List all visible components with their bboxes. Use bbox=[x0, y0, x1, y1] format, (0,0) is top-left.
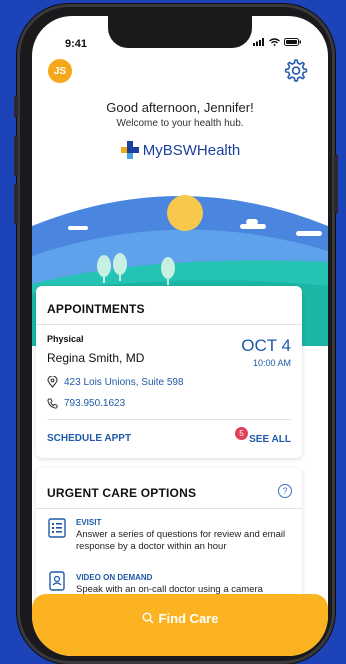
appointment-doctor: Regina Smith, MD bbox=[47, 351, 145, 365]
wifi-icon bbox=[269, 38, 280, 46]
location-pin-icon bbox=[47, 376, 58, 388]
video-phone-icon bbox=[49, 571, 65, 591]
option-video-title[interactable]: VIDEO ON DEMAND bbox=[76, 573, 152, 582]
appointments-card: APPOINTMENTS Physical Regina Smith, MD O… bbox=[36, 286, 302, 458]
cross-logo-icon bbox=[120, 141, 139, 159]
appointment-phone: 793.950.1623 bbox=[64, 398, 126, 409]
cloud-icon bbox=[68, 226, 88, 230]
find-care-inner: Find Care bbox=[142, 608, 219, 628]
appointment-address-row[interactable]: 423 Lois Unions, Suite 598 bbox=[47, 376, 184, 388]
status-icons bbox=[253, 38, 302, 46]
evisit-form-icon bbox=[48, 518, 66, 538]
phone-icon bbox=[47, 398, 58, 409]
see-all-button[interactable]: SEE ALL bbox=[249, 434, 291, 445]
phone-volume-up bbox=[14, 136, 18, 176]
find-care-button[interactable]: Find Care bbox=[32, 594, 328, 656]
schedule-appt-button[interactable]: SCHEDULE APPT bbox=[47, 433, 131, 444]
sun-icon bbox=[167, 195, 203, 231]
divider bbox=[36, 324, 302, 325]
greeting-heading: Good afternoon, Jennifer! bbox=[106, 100, 254, 115]
phone-notch bbox=[108, 16, 252, 48]
cloud-icon bbox=[296, 231, 322, 236]
phone-volume-down bbox=[14, 184, 18, 224]
signal-icon bbox=[253, 38, 264, 46]
find-care-label: Find Care bbox=[158, 610, 219, 626]
urgent-care-title: URGENT CARE OPTIONS bbox=[47, 486, 197, 500]
brand-logo: MyBSWHealth bbox=[32, 140, 328, 160]
appointments-count-badge: 5 bbox=[235, 427, 248, 440]
phone-power-button bbox=[334, 154, 338, 214]
phone-mute-switch bbox=[14, 96, 18, 118]
phone-frame: 9:41 JS Good afternoon, Jennifer! Welcom… bbox=[14, 4, 338, 664]
divider bbox=[36, 508, 302, 509]
help-icon[interactable]: ? bbox=[278, 484, 292, 498]
battery-icon bbox=[284, 38, 301, 46]
appointment-date: OCT 4 bbox=[241, 336, 291, 355]
app-screen: 9:41 JS Good afternoon, Jennifer! Welcom… bbox=[32, 16, 328, 656]
status-time: 9:41 bbox=[65, 38, 88, 50]
gear-icon[interactable] bbox=[282, 58, 308, 84]
appointment-phone-row[interactable]: 793.950.1623 bbox=[47, 398, 125, 409]
avatar[interactable]: JS bbox=[48, 59, 72, 83]
appointment-address: 423 Lois Unions, Suite 598 bbox=[64, 376, 184, 388]
avatar-initials: JS bbox=[53, 65, 67, 77]
option-evisit-desc: Answer a series of questions for review … bbox=[76, 529, 286, 552]
appointment-type: Physical bbox=[47, 334, 84, 344]
option-evisit-title[interactable]: EVISIT bbox=[76, 518, 101, 527]
logo-text: MyBSWHealth bbox=[142, 141, 241, 159]
greeting-subtitle: Welcome to your health hub. bbox=[116, 118, 244, 129]
divider bbox=[47, 419, 291, 420]
search-icon bbox=[142, 612, 154, 624]
appointment-time: 10:00 AM bbox=[252, 358, 291, 368]
appointments-title: APPOINTMENTS bbox=[47, 302, 145, 316]
